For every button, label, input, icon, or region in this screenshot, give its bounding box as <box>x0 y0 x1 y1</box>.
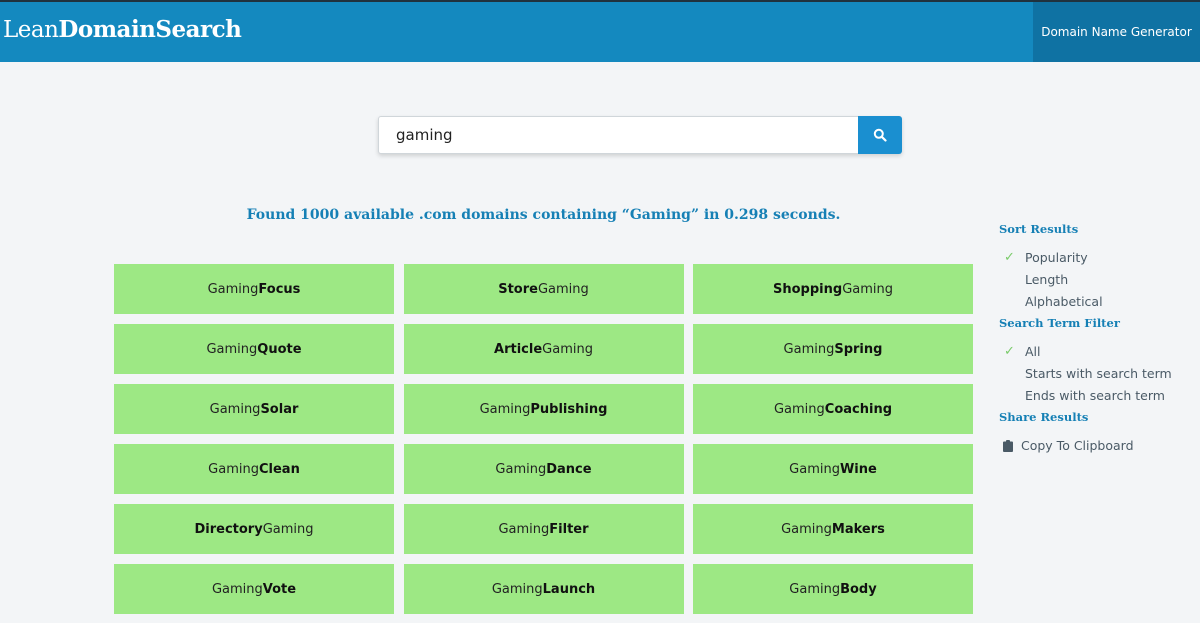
domain-part: Gaming <box>479 401 531 417</box>
nav-domain-name-generator[interactable]: Domain Name Generator <box>1033 2 1200 62</box>
header: LeanDomainSearch Domain Name Generator <box>0 0 1200 62</box>
domain-keyword: Spring <box>834 341 883 357</box>
domain-keyword: Vote <box>262 581 297 597</box>
domain-keyword: Clean <box>258 461 300 477</box>
domain-tile[interactable]: Gaming Vote <box>114 564 394 614</box>
search-term-filter-heading: Search Term Filter <box>999 316 1120 330</box>
domain-keyword: Store <box>498 281 538 297</box>
domain-keyword: Coaching <box>824 401 893 417</box>
logo-bold: DomainSearch <box>58 16 242 43</box>
search-icon <box>873 128 887 142</box>
domain-tile[interactable]: Gaming Focus <box>114 264 394 314</box>
domain-part: Gaming <box>842 281 893 297</box>
domain-part: Gaming <box>773 401 825 417</box>
domain-tile[interactable]: Directory Gaming <box>114 504 394 554</box>
domain-keyword: Solar <box>260 401 299 417</box>
domain-keyword: Shopping <box>773 281 843 297</box>
domain-keyword: Publishing <box>530 401 608 417</box>
domain-tile[interactable]: Gaming Launch <box>403 564 684 614</box>
share-results-heading: Share Results <box>999 410 1089 424</box>
option-label: Ends with search term <box>1025 388 1165 403</box>
sort-results-heading: Sort Results <box>999 222 1079 236</box>
option-label: All <box>1025 344 1041 359</box>
option-label: Starts with search term <box>1025 366 1172 381</box>
domain-part: Gaming <box>262 521 314 537</box>
domain-part: Gaming <box>495 461 547 477</box>
domain-tile[interactable]: Store Gaming <box>403 264 684 314</box>
domain-keyword: Launch <box>542 581 596 597</box>
domain-tile[interactable]: Gaming Quote <box>114 324 394 374</box>
sidebar: Sort Results ✓ Popularity Length Alphabetic… <box>999 222 1199 460</box>
domain-keyword: Body <box>840 581 877 597</box>
filter-option[interactable]: Ends with search term <box>999 388 1199 410</box>
domain-tile[interactable]: Gaming Wine <box>693 444 973 494</box>
domain-part: Gaming <box>789 461 840 477</box>
domain-keyword: Filter <box>549 521 589 537</box>
domain-part: Gaming <box>783 341 835 357</box>
domain-keyword: Quote <box>257 341 302 357</box>
logo-light: Lean <box>3 17 59 43</box>
domain-part: Gaming <box>206 341 258 357</box>
domain-part: Gaming <box>207 281 259 297</box>
domain-part: Gaming <box>491 581 543 597</box>
domain-tile[interactable]: Shopping Gaming <box>693 264 973 314</box>
domain-tile[interactable]: Gaming Coaching <box>693 384 973 434</box>
domain-grid: Gaming Focus Store Gaming Shopping Gaming Gami… <box>114 264 973 614</box>
filter-option[interactable]: Starts with search term <box>999 366 1199 388</box>
clipboard-icon <box>1003 440 1013 452</box>
domain-tile[interactable]: Gaming Publishing <box>403 384 684 434</box>
domain-keyword: Article <box>494 341 543 357</box>
search-button[interactable] <box>858 116 902 154</box>
logo[interactable]: LeanDomainSearch <box>3 16 242 43</box>
results-summary: Found 1000 available .com domains contai… <box>246 207 841 223</box>
filter-option[interactable]: ✓ All <box>999 344 1199 366</box>
domain-keyword: Focus <box>258 281 301 297</box>
domain-keyword: Dance <box>546 461 592 477</box>
domain-tile[interactable]: Gaming Solar <box>114 384 394 434</box>
option-label: Alphabetical <box>1025 294 1103 309</box>
domain-keyword: Makers <box>831 521 885 537</box>
domain-part: Gaming <box>781 521 832 537</box>
sort-option[interactable]: Length <box>999 272 1199 294</box>
domain-part: Gaming <box>789 581 841 597</box>
domain-part: Gaming <box>498 521 550 537</box>
sort-option[interactable]: ✓ Popularity <box>999 250 1199 272</box>
domain-tile[interactable]: Gaming Dance <box>403 444 684 494</box>
check-icon: ✓ <box>1004 344 1015 359</box>
search-bar <box>378 116 902 154</box>
check-icon: ✓ <box>1004 250 1015 265</box>
copy-label: Copy To Clipboard <box>1021 438 1134 453</box>
domain-keyword: Directory <box>194 521 263 537</box>
option-label: Length <box>1025 272 1069 287</box>
domain-tile[interactable]: Gaming Filter <box>403 504 684 554</box>
domain-tile[interactable]: Gaming Clean <box>114 444 394 494</box>
domain-part: Gaming <box>211 581 263 597</box>
domain-part: Gaming <box>208 461 259 477</box>
option-label: Popularity <box>1025 250 1088 265</box>
domain-part: Gaming <box>537 281 589 297</box>
sort-option[interactable]: Alphabetical <box>999 294 1199 316</box>
domain-tile[interactable]: Gaming Makers <box>693 504 973 554</box>
domain-keyword: Wine <box>839 461 877 477</box>
domain-tile[interactable]: Gaming Body <box>693 564 973 614</box>
copy-to-clipboard[interactable]: Copy To Clipboard <box>999 438 1199 460</box>
domain-part: Gaming <box>542 341 593 357</box>
domain-tile[interactable]: Article Gaming <box>403 324 684 374</box>
domain-part: Gaming <box>209 401 261 417</box>
domain-tile[interactable]: Gaming Spring <box>693 324 973 374</box>
search-input[interactable] <box>379 117 859 153</box>
